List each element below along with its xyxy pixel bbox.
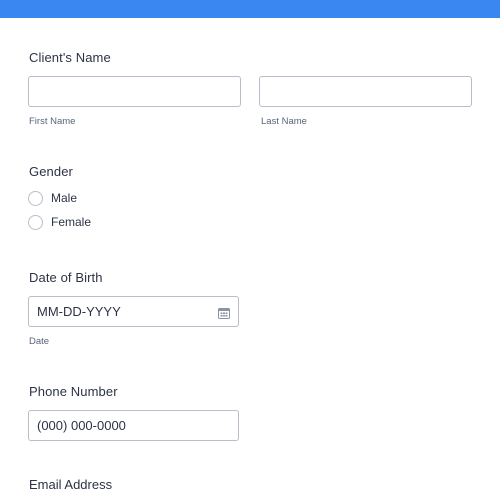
female-radio-label: Female <box>51 215 92 229</box>
female-radio[interactable] <box>28 214 43 230</box>
client-name-label: Client's Name <box>29 50 111 65</box>
first-name-input[interactable] <box>28 76 241 107</box>
gender-option-male[interactable]: Male <box>28 190 77 206</box>
dob-label: Date of Birth <box>29 270 103 285</box>
gender-label: Gender <box>29 164 73 179</box>
last-name-input[interactable] <box>259 76 472 107</box>
dob-input[interactable] <box>28 296 239 327</box>
first-name-sublabel: First Name <box>29 116 76 127</box>
header-bar <box>0 0 500 18</box>
male-radio-label: Male <box>51 191 78 205</box>
phone-input[interactable] <box>28 410 239 441</box>
phone-label: Phone Number <box>29 384 118 399</box>
calendar-icon[interactable] <box>218 306 230 319</box>
gender-option-female[interactable]: Female <box>28 214 91 230</box>
male-radio[interactable] <box>28 190 43 206</box>
last-name-sublabel: Last Name <box>261 116 307 127</box>
email-label: Email Address <box>29 477 113 492</box>
dob-sublabel: Date <box>29 336 50 347</box>
